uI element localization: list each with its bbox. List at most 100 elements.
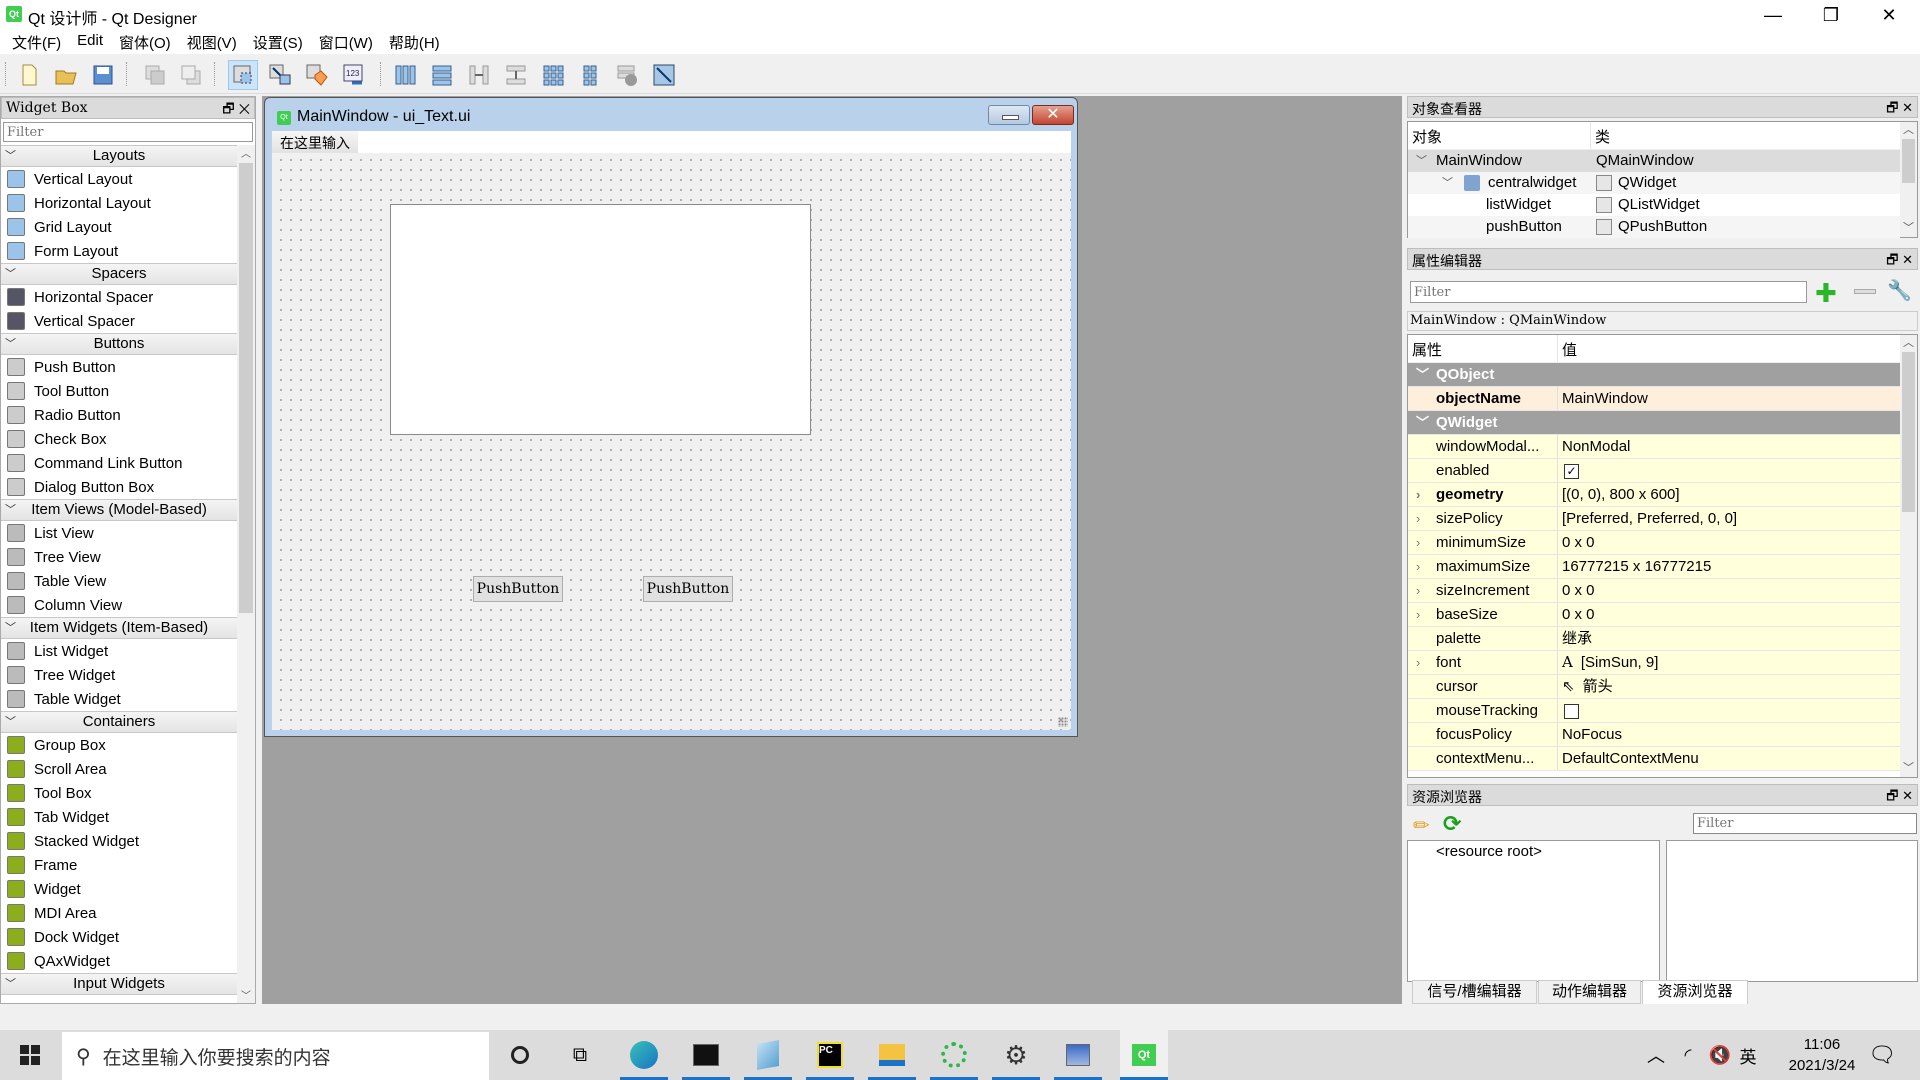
property-row-minimumsize[interactable]: › minimumSize 0 x 0 bbox=[1408, 531, 1900, 555]
form-window[interactable]: Qt MainWindow - ui_Text.ui ✕ 在这里输入 PushB… bbox=[264, 97, 1078, 737]
property-row-geometry[interactable]: › geometry [(0, 0), 800 x 600] bbox=[1408, 483, 1900, 507]
widget-item-tree-view[interactable]: Tree View bbox=[1, 545, 237, 569]
dock-float-close-controls[interactable]: 🗗 ✕ bbox=[1886, 99, 1913, 121]
object-tree-row[interactable]: ﹀ MainWindow QMainWindow bbox=[1408, 150, 1900, 172]
property-row-enabled[interactable]: enabled ✓ bbox=[1408, 459, 1900, 483]
enabled-checkbox[interactable]: ✓ bbox=[1564, 463, 1579, 479]
widget-item-list-widget[interactable]: List Widget bbox=[1, 639, 237, 663]
push-button-1[interactable]: PushButton bbox=[473, 576, 563, 602]
widget-item-grid-layout[interactable]: Grid Layout bbox=[1, 215, 237, 239]
taskbar-app-file-explorer[interactable] bbox=[872, 1038, 912, 1072]
property-row-objectname[interactable]: objectName MainWindow bbox=[1408, 387, 1900, 411]
object-tree-scrollbar[interactable]: ︿ ﹀ bbox=[1900, 122, 1917, 237]
column-class[interactable]: 类 bbox=[1591, 122, 1614, 149]
chevron-right-icon[interactable]: › bbox=[1416, 603, 1420, 626]
menu-edit[interactable]: Edit bbox=[69, 30, 111, 54]
chevron-right-icon[interactable]: › bbox=[1416, 507, 1420, 530]
menu-help[interactable]: 帮助(H) bbox=[381, 30, 448, 54]
property-row-basesize[interactable]: › baseSize 0 x 0 bbox=[1408, 603, 1900, 627]
property-row-maximumsize[interactable]: › maximumSize 16777215 x 16777215 bbox=[1408, 555, 1900, 579]
widget-item-stacked-widget[interactable]: Stacked Widget bbox=[1, 829, 237, 853]
open-button[interactable] bbox=[51, 60, 81, 90]
taskbar-app-ring[interactable] bbox=[934, 1038, 974, 1072]
widget-category-header[interactable]: ﹀ Spacers bbox=[1, 263, 237, 285]
widget-category-header[interactable]: ﹀ Input Widgets bbox=[1, 973, 237, 995]
chevron-right-icon[interactable]: › bbox=[1416, 579, 1420, 602]
widget-item-mdi-area[interactable]: MDI Area bbox=[1, 901, 237, 925]
remove-dynamic-property-button[interactable] bbox=[1854, 289, 1876, 294]
widget-item-dock-widget[interactable]: Dock Widget bbox=[1, 925, 237, 949]
property-row-sizeincrement[interactable]: › sizeIncrement 0 x 0 bbox=[1408, 579, 1900, 603]
mousetracking-checkbox[interactable] bbox=[1564, 703, 1579, 719]
property-row-mousetracking[interactable]: mouseTracking bbox=[1408, 699, 1900, 723]
form-close-button[interactable]: ✕ bbox=[1032, 105, 1074, 125]
widget-item-dialog-button-box[interactable]: Dialog Button Box bbox=[1, 475, 237, 499]
taskbar-app-terminal[interactable] bbox=[686, 1038, 726, 1072]
widget-category-header[interactable]: ﹀ Buttons bbox=[1, 333, 237, 355]
chevron-right-icon[interactable]: › bbox=[1416, 531, 1420, 554]
resource-filter-input[interactable] bbox=[1693, 813, 1917, 834]
layout-v-splitter-button[interactable] bbox=[501, 60, 531, 90]
send-to-back-button[interactable] bbox=[140, 60, 170, 90]
widget-item-scroll-area[interactable]: Scroll Area bbox=[1, 757, 237, 781]
layout-h-splitter-button[interactable] bbox=[464, 60, 494, 90]
column-object[interactable]: 对象 bbox=[1408, 122, 1591, 149]
form-minimize-button[interactable] bbox=[988, 105, 1030, 125]
edit-resources-button[interactable]: ✏ bbox=[1413, 813, 1430, 838]
tab-signal-slot-editor[interactable]: 信号/槽编辑器 bbox=[1412, 980, 1537, 1004]
list-widget[interactable] bbox=[390, 204, 811, 435]
chevron-down-icon[interactable]: ﹀ bbox=[1416, 150, 1427, 172]
dock-float-close-controls[interactable]: 🗗 ✕ bbox=[1886, 251, 1913, 273]
property-row-focuspolicy[interactable]: focusPolicy NoFocus bbox=[1408, 723, 1900, 747]
widget-item-tree-widget[interactable]: Tree Widget bbox=[1, 663, 237, 687]
chevron-right-icon[interactable]: › bbox=[1416, 555, 1420, 578]
ime-indicator[interactable]: 英 bbox=[1728, 1038, 1768, 1072]
widget-item-form-layout[interactable]: Form Layout bbox=[1, 239, 237, 263]
widget-filter-input[interactable] bbox=[3, 122, 253, 142]
widget-item-push-button[interactable]: Push Button bbox=[1, 355, 237, 379]
clock[interactable]: 11:06 2021/3/24 bbox=[1774, 1034, 1870, 1076]
menu-form[interactable]: 窗体(O) bbox=[111, 30, 179, 54]
taskbar-app-settings[interactable]: ⚙ bbox=[996, 1038, 1036, 1072]
edit-signals-slots-button[interactable] bbox=[265, 60, 295, 90]
action-center-button[interactable]: 🗨 bbox=[1862, 1038, 1902, 1072]
property-row-cursor[interactable]: cursor ⇖ 箭头 bbox=[1408, 675, 1900, 699]
column-value[interactable]: 值 bbox=[1558, 335, 1581, 362]
dock-float-close-controls[interactable]: 🗗 ✕ bbox=[1886, 787, 1913, 809]
layout-vertical-button[interactable] bbox=[427, 60, 457, 90]
tab-resource-browser[interactable]: 资源浏览器 bbox=[1642, 980, 1748, 1004]
widget-item-tool-box[interactable]: Tool Box bbox=[1, 781, 237, 805]
taskbar-search-box[interactable]: ⚲ 在这里输入你要搜索的内容 bbox=[62, 1032, 489, 1080]
widget-item-check-box[interactable]: Check Box bbox=[1, 427, 237, 451]
property-filter-input[interactable] bbox=[1410, 281, 1807, 303]
layout-form-button[interactable] bbox=[575, 60, 605, 90]
widget-item-radio-button[interactable]: Radio Button bbox=[1, 403, 237, 427]
property-row-contextmenu[interactable]: contextMenu... DefaultContextMenu bbox=[1408, 747, 1900, 771]
taskbar-app-qt-designer[interactable]: Qt bbox=[1120, 1030, 1168, 1080]
widget-category-header[interactable]: ﹀ Layouts bbox=[1, 145, 237, 167]
property-row-font[interactable]: › font A [SimSun, 9] bbox=[1408, 651, 1900, 675]
chevron-right-icon[interactable]: › bbox=[1416, 483, 1420, 506]
save-button[interactable] bbox=[88, 60, 118, 90]
push-button-2[interactable]: PushButton bbox=[643, 576, 733, 602]
cortana-button[interactable] bbox=[500, 1038, 540, 1072]
object-tree-row[interactable]: listWidget QListWidget bbox=[1408, 194, 1900, 216]
widget-item-vertical-spacer[interactable]: Vertical Spacer bbox=[1, 309, 237, 333]
taskbar-app-notepad[interactable] bbox=[748, 1038, 788, 1072]
widget-item-horizontal-layout[interactable]: Horizontal Layout bbox=[1, 191, 237, 215]
taskbar-app-remote-desktop[interactable] bbox=[1058, 1038, 1098, 1072]
new-file-button[interactable] bbox=[14, 60, 44, 90]
scrollbar-thumb[interactable] bbox=[239, 163, 253, 613]
widget-category-header[interactable]: ﹀ Item Widgets (Item-Based) bbox=[1, 617, 237, 639]
widget-item-horizontal-spacer[interactable]: Horizontal Spacer bbox=[1, 285, 237, 309]
form-menu-placeholder[interactable]: 在这里输入 bbox=[272, 131, 358, 153]
chevron-right-icon[interactable]: › bbox=[1416, 651, 1420, 674]
toolbar-handle[interactable] bbox=[5, 62, 6, 86]
widget-category-header[interactable]: ﹀ Containers bbox=[1, 711, 237, 733]
widget-item-table-widget[interactable]: Table Widget bbox=[1, 687, 237, 711]
widget-item-group-box[interactable]: Group Box bbox=[1, 733, 237, 757]
property-group-qobject[interactable]: ﹀ QObject bbox=[1408, 363, 1900, 387]
reload-resources-button[interactable]: ⟳ bbox=[1443, 811, 1461, 837]
widget-item-table-view[interactable]: Table View bbox=[1, 569, 237, 593]
menu-window[interactable]: 窗口(W) bbox=[311, 30, 381, 54]
